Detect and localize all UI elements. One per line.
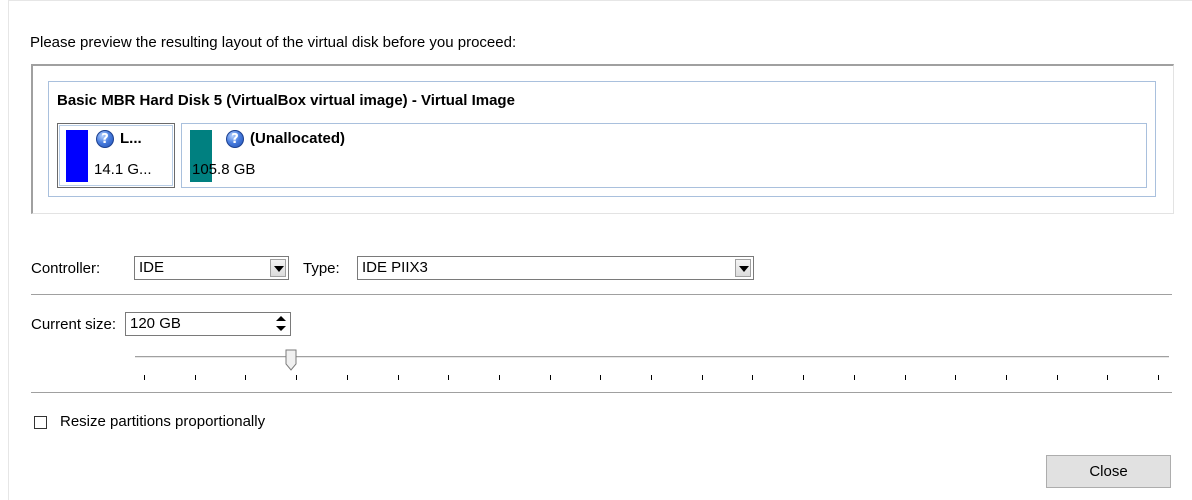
partition-name: (Unallocated) — [250, 130, 346, 147]
partition-name: L... — [120, 130, 142, 147]
controller-label: Controller: — [31, 260, 101, 277]
spinner-buttons[interactable] — [274, 314, 288, 334]
slider-tick — [397, 375, 399, 380]
slider-tick — [296, 375, 298, 380]
question-icon: ? — [96, 130, 114, 148]
partition-color-bar — [66, 130, 88, 182]
disk-preview-frame: Basic MBR Hard Disk 5 (VirtualBox virtua… — [31, 64, 1174, 214]
slider-tick — [346, 375, 348, 380]
chevron-down-icon[interactable] — [735, 259, 751, 277]
current-size-label: Current size: — [31, 316, 117, 333]
type-label: Type: — [303, 260, 340, 277]
slider-tick — [1107, 375, 1109, 380]
slider-tick — [853, 375, 855, 380]
type-select[interactable]: IDE PIIX3 — [357, 256, 754, 280]
current-size-value: 120 GB — [130, 315, 181, 332]
slider-tick — [448, 375, 450, 380]
slider-tick — [194, 375, 196, 380]
spin-up-icon[interactable] — [274, 314, 288, 324]
disk-title: Basic MBR Hard Disk 5 (VirtualBox virtua… — [57, 92, 515, 109]
resize-proportionally-label[interactable]: Resize partitions proportionally — [60, 413, 265, 430]
partition-size: 14.1 G... — [94, 161, 152, 178]
slider-tick — [549, 375, 551, 380]
spin-down-icon[interactable] — [274, 324, 288, 334]
intro-text: Please preview the resulting layout of t… — [30, 34, 517, 51]
slider-tick — [803, 375, 805, 380]
chevron-down-icon[interactable] — [270, 259, 286, 277]
question-icon: ? — [226, 130, 244, 148]
divider — [31, 392, 1172, 394]
size-slider-thumb[interactable] — [285, 349, 297, 371]
type-value: IDE PIIX3 — [362, 259, 428, 276]
divider — [31, 294, 1172, 296]
slider-tick — [1158, 375, 1159, 380]
partition-size: 105.8 GB — [192, 161, 256, 178]
close-button[interactable]: Close — [1046, 455, 1171, 488]
controller-select[interactable]: IDE — [134, 256, 289, 280]
slider-tick — [904, 375, 906, 380]
partition-2[interactable]: ? (Unallocated) 105.8 GB — [181, 123, 1147, 188]
slider-tick — [1056, 375, 1058, 380]
partition-1[interactable]: ? L... 14.1 G... — [57, 123, 175, 188]
disk-panel[interactable]: Basic MBR Hard Disk 5 (VirtualBox virtua… — [48, 81, 1156, 197]
slider-tick — [701, 375, 703, 380]
slider-tick — [651, 375, 652, 380]
slider-tick — [1005, 375, 1007, 380]
current-size-spinner[interactable]: 120 GB — [125, 312, 291, 336]
slider-tick — [245, 375, 247, 380]
slider-tick — [144, 375, 145, 380]
slider-tick — [955, 375, 957, 380]
slider-tick — [498, 375, 500, 380]
controller-value: IDE — [139, 259, 165, 276]
slider-tick — [600, 375, 602, 380]
resize-proportionally-checkbox[interactable] — [34, 416, 47, 429]
slider-tick — [752, 375, 754, 380]
